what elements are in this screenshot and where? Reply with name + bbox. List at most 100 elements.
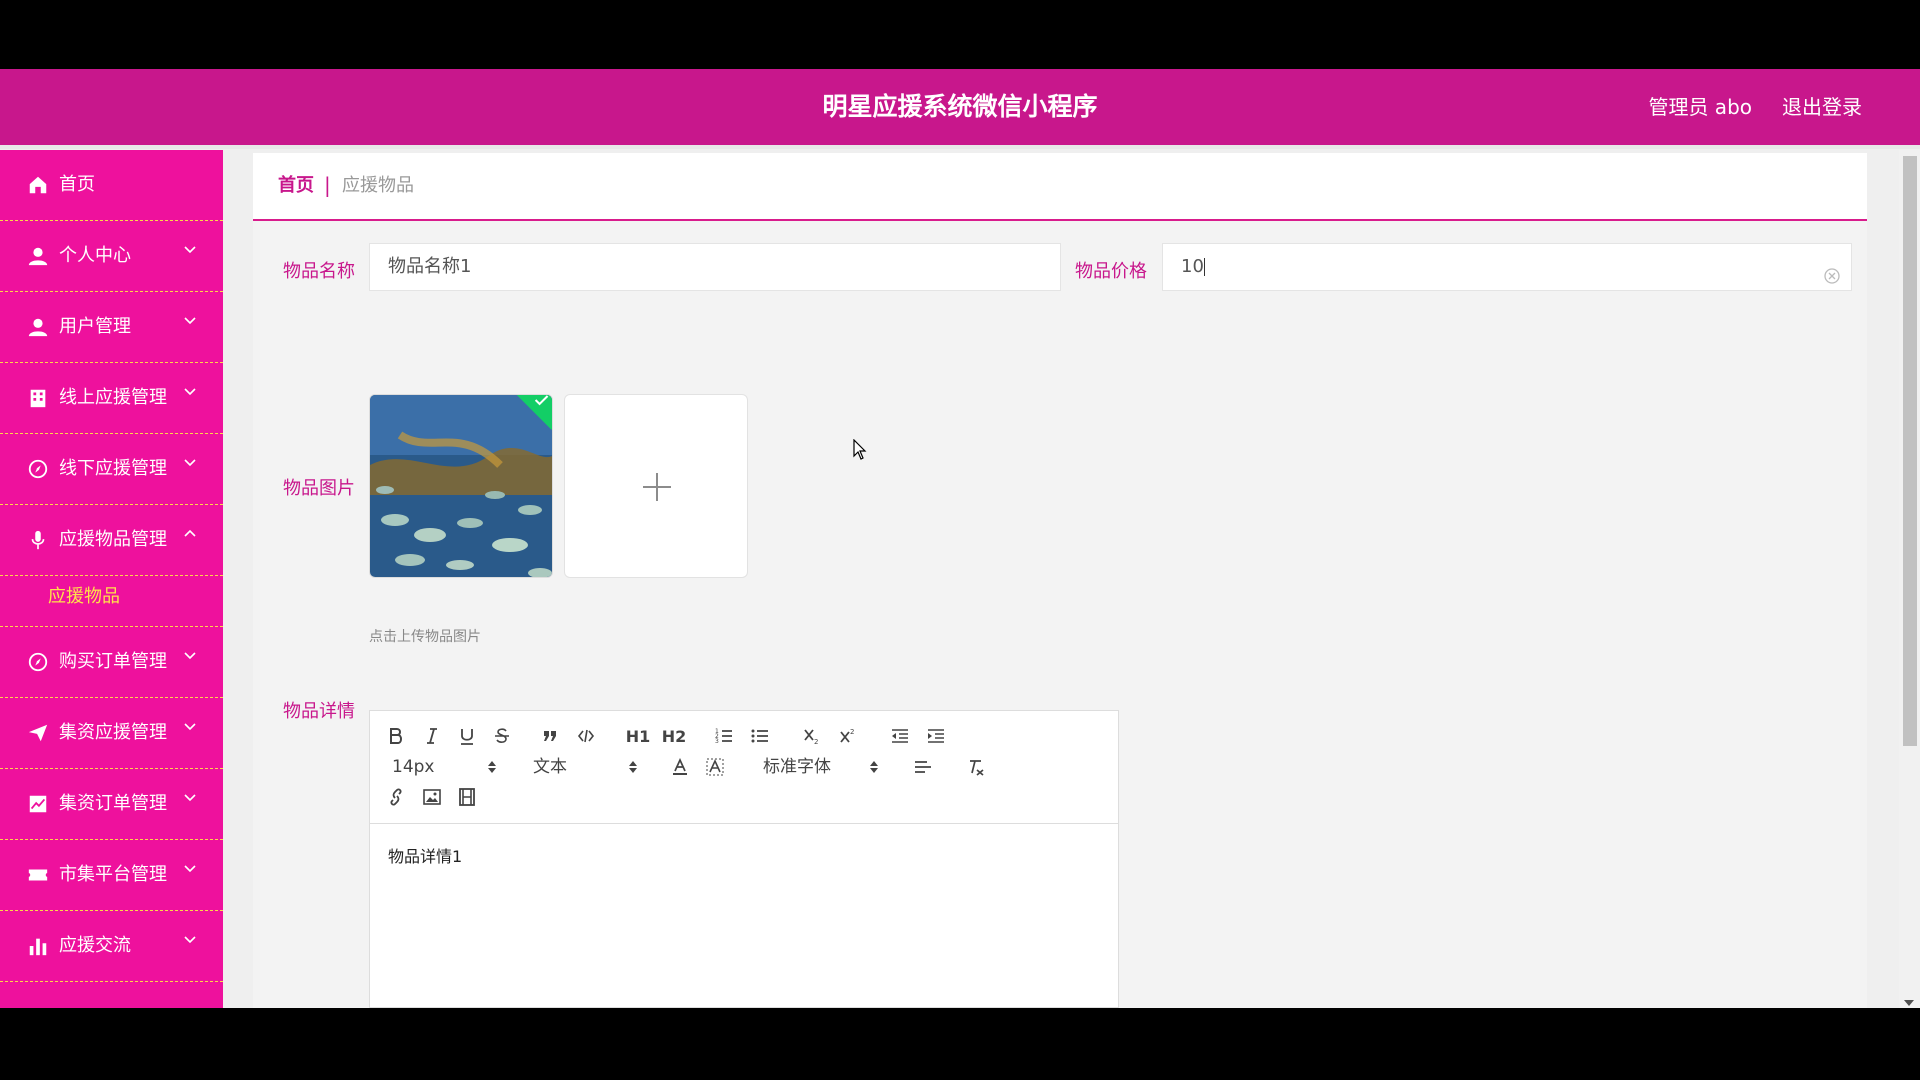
user-icon	[27, 316, 49, 338]
sidebar-item-label: 首页	[59, 174, 95, 195]
picker-arrow-icon	[870, 761, 878, 773]
page-scrollbar[interactable]	[1899, 150, 1920, 1008]
font-family-picker[interactable]: 标准字体	[763, 755, 879, 779]
image-label: 物品图片	[283, 478, 355, 499]
picker-arrow-icon	[488, 761, 496, 773]
send-icon	[27, 722, 49, 744]
bold-button[interactable]	[384, 724, 408, 748]
water-lilies-image	[370, 395, 552, 577]
chevron-down-icon	[183, 649, 197, 663]
rich-text-editor: H1 H2 123 2 2 14px 文本 标准字体 物品详情1	[369, 710, 1119, 1008]
italic-button[interactable]	[420, 724, 444, 748]
ordered-list-button[interactable]: 123	[712, 724, 736, 748]
align-button[interactable]	[911, 755, 935, 779]
image-insert-button[interactable]	[420, 785, 444, 809]
editor-toolbar: H1 H2 123 2 2 14px 文本 标准字体	[370, 711, 1118, 824]
top-header: 明星应援系统微信小程序 管理员 abo 退出登录	[0, 69, 1920, 149]
chevron-down-icon	[183, 720, 197, 734]
h2-button[interactable]: H2	[662, 724, 687, 748]
uploaded-image-thumbnail[interactable]	[369, 394, 553, 578]
sidebar-item-fundraising[interactable]: 集资应援管理	[0, 698, 223, 769]
svg-text:3: 3	[715, 738, 719, 745]
subscript-button[interactable]: 2	[800, 724, 824, 748]
sidebar-item-label: 用户管理	[59, 316, 131, 337]
admin-user-label: 管理员 abo	[1648, 95, 1752, 119]
sidebar-item-exchange[interactable]: 应援交流	[0, 911, 223, 982]
scroll-down-arrow-icon[interactable]	[1904, 1000, 1914, 1006]
h1-button[interactable]: H1	[626, 724, 651, 748]
header-picker[interactable]: 文本	[533, 755, 638, 779]
sidebar-item-label: 应援交流	[59, 935, 131, 956]
plus-icon	[643, 473, 671, 501]
picker-arrow-icon	[629, 761, 637, 773]
user-icon	[27, 245, 49, 267]
logout-button[interactable]: 退出登录	[1782, 69, 1862, 145]
sidebar-item-online-support[interactable]: 线上应援管理	[0, 363, 223, 434]
sidebar-item-label: 应援物品管理	[59, 529, 167, 550]
sidebar-subitem-goods[interactable]: 应援物品	[0, 576, 223, 627]
blockquote-button[interactable]	[538, 724, 562, 748]
background-color-button[interactable]	[703, 755, 727, 779]
outdent-button[interactable]	[888, 724, 912, 748]
sidebar-item-home[interactable]: 首页	[0, 150, 223, 221]
goods-form: 物品名称 物品名称1 物品价格 10 物品图片 点击上传物品图片 物品详情 H1…	[253, 221, 1867, 1008]
sidebar-item-user-management[interactable]: 用户管理	[0, 292, 223, 363]
chevron-down-icon	[183, 862, 197, 876]
indent-button[interactable]	[924, 724, 948, 748]
goods-price-value: 10	[1181, 256, 1204, 277]
bullet-list-button[interactable]	[748, 724, 772, 748]
compass-icon	[27, 651, 49, 673]
superscript-button[interactable]: 2	[836, 724, 860, 748]
sidebar-item-market-platform[interactable]: 市集平台管理	[0, 840, 223, 911]
goods-name-input[interactable]: 物品名称1	[369, 243, 1061, 291]
sidebar-item-label: 集资应援管理	[59, 722, 167, 743]
price-label: 物品价格	[1075, 261, 1147, 282]
video-insert-button[interactable]	[455, 785, 479, 809]
font-size-picker[interactable]: 14px	[392, 755, 497, 779]
sidebar-item-label: 个人中心	[59, 245, 131, 266]
sidebar-item-personal-center[interactable]: 个人中心	[0, 221, 223, 292]
sidebar-item-label: 购买订单管理	[59, 651, 167, 672]
chevron-down-icon	[183, 933, 197, 947]
bar-chart-icon	[27, 935, 49, 957]
mouse-cursor-icon	[853, 439, 867, 460]
chevron-down-icon	[183, 456, 197, 470]
app-title: 明星应援系统微信小程序	[822, 92, 1098, 121]
sidebar-item-label: 市集平台管理	[59, 864, 167, 885]
mic-icon	[27, 529, 49, 551]
chevron-down-icon	[183, 314, 197, 328]
strikethrough-button[interactable]	[490, 724, 514, 748]
clear-format-button[interactable]	[965, 755, 989, 779]
link-button[interactable]	[384, 785, 408, 809]
sidebar-item-fundraising-orders[interactable]: 集资订单管理	[0, 769, 223, 840]
sidebar-item-purchase-orders[interactable]: 购买订单管理	[0, 627, 223, 698]
sidebar-item-goods-management[interactable]: 应援物品管理	[0, 505, 223, 576]
goods-price-input[interactable]: 10	[1162, 243, 1852, 291]
chevron-up-icon	[183, 527, 197, 541]
main-content: 首页 | 应援物品 物品名称 物品名称1 物品价格 10 物品图片 点击上传物品…	[253, 153, 1867, 1008]
upload-image-button[interactable]	[564, 394, 748, 578]
building-icon	[27, 387, 49, 409]
chevron-down-icon	[183, 385, 197, 399]
font-size-value: 14px	[392, 757, 435, 777]
name-label: 物品名称	[283, 261, 355, 282]
text-color-button[interactable]	[668, 755, 692, 779]
breadcrumb: 首页 | 应援物品	[253, 153, 1867, 221]
svg-text:2: 2	[814, 738, 818, 745]
compass-icon	[27, 458, 49, 480]
app-window: 明星应援系统微信小程序 管理员 abo 退出登录 首页 个人中心 用户管理 线上…	[0, 69, 1920, 1008]
breadcrumb-separator: |	[324, 173, 331, 197]
underline-button[interactable]	[455, 724, 479, 748]
chevron-down-icon	[183, 243, 197, 257]
code-block-button[interactable]	[574, 724, 598, 748]
editor-content[interactable]: 物品详情1	[388, 843, 462, 867]
sidebar-subitem-label: 应援物品	[48, 586, 120, 607]
sidebar: 首页 个人中心 用户管理 线上应援管理 线下应援管理 应援物品管理 应援物品 购…	[0, 150, 223, 1008]
home-icon	[27, 174, 49, 196]
sidebar-item-offline-support[interactable]: 线下应援管理	[0, 434, 223, 505]
scrollbar-thumb[interactable]	[1903, 156, 1917, 746]
breadcrumb-home-link[interactable]: 首页	[278, 153, 314, 219]
clear-input-icon[interactable]	[1823, 257, 1841, 284]
detail-label: 物品详情	[283, 701, 355, 722]
sidebar-item-label: 线上应援管理	[59, 387, 167, 408]
